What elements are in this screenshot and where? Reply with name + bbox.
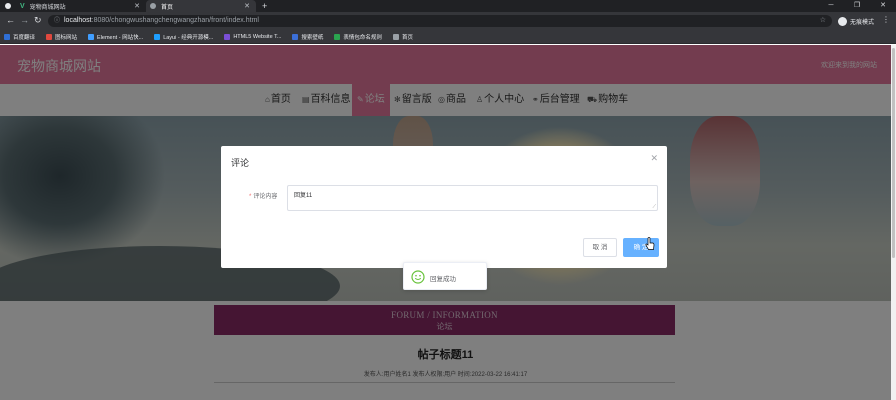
comment-label: * 评论内容 [249,191,277,200]
reload-icon[interactable]: ↻ [34,15,42,26]
comment-label-text: 评论内容 [253,194,278,200]
maximize-icon[interactable]: ❐ [844,0,870,12]
close-icon[interactable]: ✕ [650,153,658,164]
menu-kebab-icon[interactable]: ⋮ [882,15,890,24]
close-tab-icon[interactable]: ✕ [244,2,250,10]
cancel-button[interactable]: 取 消 [583,238,617,257]
dialog-title: 评论 [231,158,250,168]
bookmark-item[interactable]: 表情包命名规则 [334,33,382,41]
back-icon[interactable]: ← [6,15,15,25]
bookmark-item[interactable]: 首页 [392,33,413,41]
bookmark-label: HTML5 Website T... [233,33,282,40]
github-icon [5,3,11,9]
bookmark-icon [4,33,10,40]
toast-message: 回复成功 [430,276,456,283]
forward-icon[interactable]: → [20,15,29,25]
address-bar[interactable]: ⓘ localhost:8080/chongwushangchengwangzh… [48,15,832,27]
comment-dialog: 评论 ✕ * 评论内容 回复11 ⟋ 取 消 确 定 [221,146,667,268]
info-icon[interactable]: ⓘ [54,15,60,27]
smile-icon [411,270,425,284]
resize-handle-icon[interactable]: ⟋ [652,204,656,210]
bookmark-icon [292,33,299,40]
bookmark-icon [392,33,399,40]
comment-value: 回复11 [294,193,313,199]
incognito-icon [838,16,847,26]
tab-title: 首页 [161,4,174,11]
globe-icon [150,3,156,9]
bookmark-label: 表情包命名规则 [343,34,382,41]
comment-textarea[interactable]: 回复11 ⟋ [287,185,658,211]
bookmark-item[interactable]: 搜索壁纸 [292,33,323,41]
tab-title: 宠物商城网站 [29,4,66,11]
browser-tab-home[interactable]: 首页 ✕ [146,0,256,12]
scrollbar-thumb[interactable] [892,48,895,258]
vue-icon: V [20,2,25,10]
bookmark-icon [334,33,341,40]
new-tab-button[interactable]: + [262,0,267,12]
bookmark-item[interactable]: 图标网站 [46,33,77,41]
browser-tab-shop[interactable]: V 宠物商城网站 ✕ [16,0,146,12]
hand-cursor-icon [645,237,655,250]
bookmark-item[interactable]: Element - 网站快... [88,33,143,41]
minimize-icon[interactable]: ─ [818,0,844,12]
bookmarks-bar: 百度翻译 图标网站 Element - 网站快... Layui - 经典开源模… [0,30,896,44]
bookmark-icon [88,33,95,40]
bookmark-item[interactable]: 百度翻译 [4,33,35,41]
bookmark-star-icon[interactable]: ☆ [820,15,826,27]
close-window-icon[interactable]: ✕ [870,0,896,12]
browser-tab-bar: V 宠物商城网站 ✕ 首页 ✕ + ─ ❐ ✕ [0,0,896,12]
url-host: localhost [64,17,92,24]
close-tab-icon[interactable]: ✕ [134,2,140,10]
window-controls: ─ ❐ ✕ [818,0,896,12]
incognito-profile[interactable]: 无痕模式 [838,15,874,27]
bookmark-icon [46,33,53,40]
bookmark-label: 图标网站 [55,34,78,41]
profile-label: 无痕模式 [850,19,875,26]
bookmark-item[interactable]: HTML5 Website T... [224,33,282,40]
bookmark-label: Element - 网站快... [97,34,144,41]
browser-tab-github[interactable] [0,0,16,12]
required-mark: * [249,194,252,200]
url-path: :8080/chongwushangchengwangzhan/front/in… [91,17,259,24]
bookmark-label: 首页 [401,34,413,41]
bookmark-item[interactable]: Layui - 经典开源模... [154,33,213,41]
bookmark-label: Layui - 经典开源模... [163,34,214,41]
bookmark-icon [154,33,161,40]
bookmark-icon [224,33,231,40]
bookmark-label: 搜索壁纸 [301,34,324,41]
success-toast: 回复成功 [403,262,487,290]
bookmark-label: 百度翻译 [13,34,36,41]
address-toolbar: ← → ↻ ⓘ localhost:8080/chongwushangcheng… [0,12,896,30]
